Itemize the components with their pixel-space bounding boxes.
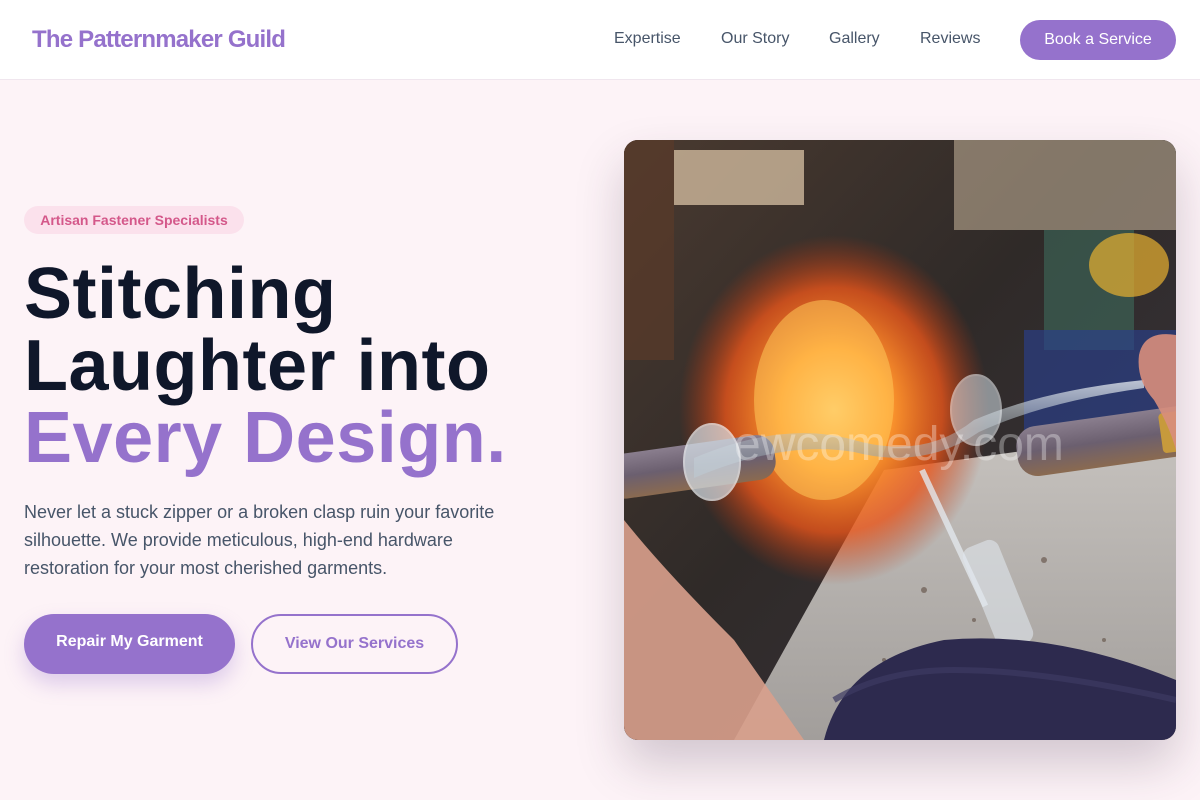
hero-subtext: Never let a stuck zipper or a broken cla…: [24, 502, 495, 578]
headline-line-1: Stitching: [24, 254, 337, 334]
hero-headline: Stitching Laughter into Every Design.: [24, 258, 584, 474]
nav-link-expertise[interactable]: Expertise: [614, 30, 681, 48]
hero-image: ewcomedy.com: [624, 140, 1176, 740]
nav-link-our-story[interactable]: Our Story: [721, 30, 789, 48]
headline-line-2: Laughter into: [24, 326, 491, 406]
book-service-button[interactable]: Book a Service: [1020, 20, 1176, 60]
headline-accent: Every Design.: [24, 398, 507, 478]
view-services-button[interactable]: View Our Services: [251, 614, 458, 674]
site-header: The Patternmaker Guild Expertise Our Sto…: [0, 0, 1200, 80]
repair-garment-button[interactable]: Repair My Garment: [24, 614, 235, 674]
nav-link-reviews[interactable]: Reviews: [920, 30, 980, 48]
logo[interactable]: The Patternmaker Guild: [32, 26, 286, 54]
nav-link-gallery[interactable]: Gallery: [829, 30, 880, 48]
glassblowing-photo: ewcomedy.com: [624, 140, 1176, 740]
image-watermark: ewcomedy.com: [734, 418, 1064, 471]
hero-badge: Artisan Fastener Specialists: [24, 206, 244, 234]
